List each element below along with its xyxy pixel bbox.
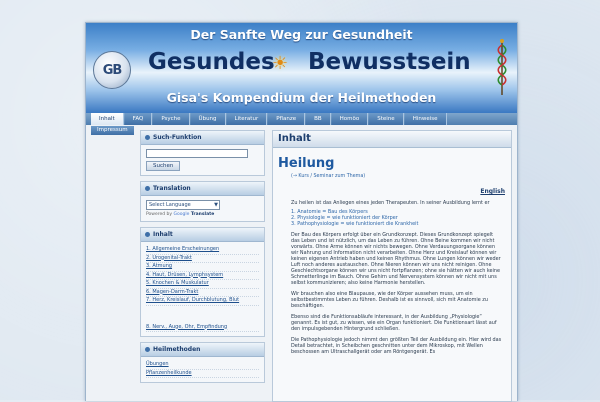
main-head: Inhalt (273, 131, 511, 148)
bullet-icon (145, 347, 150, 352)
main-nav: Inhalt FAQ Psyche Übung Literatur Pflanze BB Ho… (86, 113, 517, 125)
page-title: Heilung (278, 156, 335, 171)
paragraph-1: Der Bau des Körpers erfolgt über ein Gru… (291, 232, 501, 286)
paragraph-4: Die Pathophysiologie jedoch nimmt den gr… (291, 337, 502, 355)
intro-text: Zu heilen ist das Anliegen eines jeden T… (291, 200, 490, 206)
list-item[interactable]: 3. Atmung (146, 263, 259, 272)
list-item[interactable]: 7. Herz, Kreislauf, Durchblutung, Blut (146, 297, 259, 306)
seminar-link[interactable]: (→ Kurs / Seminar zum Thema) (291, 174, 511, 179)
inhalt-list: 1. Allgemeine Erscheinungen 2. Urogenital… (146, 246, 259, 332)
chevron-down-icon: ▼ (214, 202, 218, 208)
list-item[interactable]: 3. Pathophysiologie = wie funktioniert d… (291, 221, 503, 227)
tab-9[interactable]: Hinweise (404, 113, 447, 125)
tab-8[interactable]: Steine (369, 113, 404, 125)
translation-box: Translation Select Language ▼ Powered by … (140, 181, 265, 222)
tab-2[interactable]: Psyche (153, 113, 190, 125)
list-item[interactable]: Pflanzenheilkunde (146, 370, 259, 378)
list-item[interactable]: 8. Nerv., Auge, Ohr, Empfindung (146, 324, 259, 332)
list-item[interactable]: 1. Allgemeine Erscheinungen (146, 246, 259, 255)
inhalt-box: Inhalt 1. Allgemeine Erscheinungen 2. Uro… (140, 227, 265, 337)
topic-list: 1. Anatomie = Bau des Körpers 2. Physiolo… (291, 209, 503, 227)
translate-link[interactable]: Translate (191, 212, 215, 217)
site-header: Der Sanfte Weg zur Gesundheit GB Gesunde… (86, 23, 517, 113)
list-item[interactable]: 6. Magen-Darm-Trakt (146, 289, 259, 297)
heilmethoden-list: Übungen Pflanzenheilkunde (146, 361, 259, 378)
list-item[interactable]: 2. Urogenital-Trakt (146, 255, 259, 263)
paragraph-3: Ebenso sind die Funktionsabläufe interes… (291, 314, 497, 332)
tab-4[interactable]: Literatur (226, 113, 268, 125)
tab-1[interactable]: FAQ (124, 113, 153, 125)
sun-icon: ☀ (272, 53, 289, 74)
english-link[interactable]: English (273, 188, 505, 195)
search-box: Such-Funktion Suchen (140, 130, 265, 176)
paragraph-2: Wir brauchen also eine Blaupause, wie de… (291, 291, 488, 309)
bullet-icon (145, 232, 150, 237)
header-subtitle: Gisa's Kompendium der Heilmethoden (166, 90, 437, 105)
tab-5[interactable]: Pflanze (268, 113, 306, 125)
tab-6[interactable]: BB (306, 113, 331, 125)
header-tagline: Der Sanfte Weg zur Gesundheit (190, 27, 413, 42)
list-item[interactable]: Übungen (146, 361, 259, 370)
list-item[interactable]: 5. Knochen & Muskulatur (146, 280, 259, 289)
tab-7[interactable]: Homöo (331, 113, 369, 125)
powered-by-google: Powered by Google Translate (146, 212, 215, 217)
search-button[interactable]: Suchen (146, 161, 181, 171)
header-title-word1: Gesundes (148, 49, 275, 75)
language-select[interactable]: Select Language ▼ (146, 200, 220, 210)
caduceus-icon (497, 39, 507, 95)
bullet-icon (145, 186, 150, 191)
site-logo[interactable]: GB (93, 51, 131, 89)
tab-0[interactable]: Inhalt (91, 113, 124, 125)
inhalt-box-title: Inhalt (153, 231, 173, 238)
list-item[interactable]: 4. Haut, Drüsen, Lymphsystem (146, 272, 259, 280)
sidebar: Such-Funktion Suchen Translation Select … (140, 130, 265, 388)
heilmethoden-box: Heilmethoden Übungen Pflanzenheilkunde (140, 342, 265, 383)
subnav-impressum[interactable]: Impressum (91, 126, 134, 135)
heilmethoden-box-title: Heilmethoden (153, 346, 201, 353)
tab-3[interactable]: Übung (190, 113, 226, 125)
main-content: Inhalt Heilung (→ Kurs / Seminar zum The… (272, 130, 512, 402)
header-title-word2: Bewusstsein (308, 49, 471, 75)
bullet-icon (145, 135, 150, 140)
search-box-title: Such-Funktion (153, 134, 202, 141)
search-input[interactable] (146, 149, 248, 158)
translation-box-title: Translation (153, 185, 191, 192)
